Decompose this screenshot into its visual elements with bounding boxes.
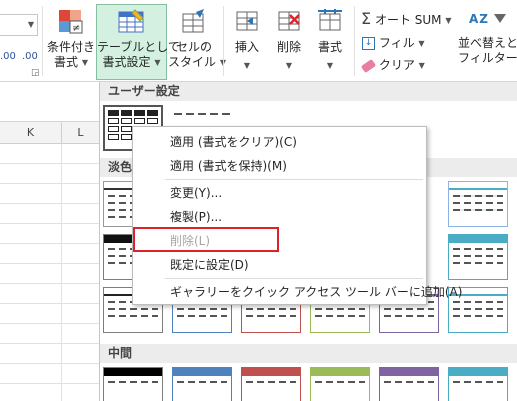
medium-style-thumb[interactable]	[310, 367, 370, 401]
chevron-down-icon: ▼	[326, 61, 334, 70]
increase-decimal-text[interactable]: .00	[22, 49, 38, 64]
format-table-label-2: 書式設定	[102, 55, 151, 69]
custom-table-style-thumb-2[interactable]	[174, 108, 234, 120]
conditional-formatting-icon: ≠	[59, 10, 83, 34]
menu-item-add-to-qat[interactable]: ギャラリーをクイック アクセス ツール バーに追加(A)	[133, 280, 462, 304]
conditional-formatting-button[interactable]: ≠ 条件付き 書式 ▼	[46, 4, 96, 78]
delete-cells-icon	[278, 11, 300, 31]
delete-button[interactable]: 削除 ▼	[270, 4, 308, 70]
format-cells-icon	[318, 9, 342, 31]
autosum-label: オート SUM	[374, 13, 442, 27]
chevron-down-icon: ▼	[285, 61, 293, 70]
medium-style-thumb[interactable]	[241, 367, 301, 401]
insert-button[interactable]: 挿入 ▼	[228, 4, 266, 70]
filter-icon	[494, 14, 507, 23]
light-style-thumb[interactable]	[448, 181, 508, 227]
formula-bar-strip	[0, 82, 100, 122]
column-header-k[interactable]: K	[0, 122, 62, 144]
custom-section-header: ユーザー設定	[100, 82, 517, 101]
chevron-down-icon: ▼	[27, 20, 34, 29]
ribbon: ▼ .00 .00 ≠ 条件付き 書式 ▼ テーブルとして 書式設定 ▼ セルの…	[0, 0, 517, 82]
column-header-l[interactable]: L	[62, 122, 100, 144]
chevron-down-icon: ▼	[243, 61, 251, 70]
cell-styles-label-2: スタイル	[168, 55, 217, 69]
format-as-table-button[interactable]: テーブルとして 書式設定 ▼	[96, 4, 180, 80]
menu-item-modify[interactable]: 変更(Y)...	[133, 181, 426, 205]
menu-item-set-default[interactable]: 既定に設定(D)	[133, 253, 426, 277]
menu-item-duplicate[interactable]: 複製(P)...	[133, 205, 426, 229]
chevron-down-icon: ▼	[445, 16, 452, 25]
cell-styles-label-1: セルの	[175, 40, 212, 54]
context-menu: 適用 (書式をクリア)(C) 適用 (書式を保持)(M) 変更(Y)... 複製…	[132, 126, 462, 305]
format-button[interactable]: 書式 ▼	[311, 4, 349, 70]
delete-highlight-box	[133, 227, 279, 252]
cell-styles-icon	[182, 9, 204, 33]
menu-item-apply-keep[interactable]: 適用 (書式を保持)(M)	[133, 154, 426, 178]
format-label: 書式	[317, 40, 342, 54]
insert-label: 挿入	[234, 40, 259, 54]
eraser-icon	[360, 58, 377, 73]
decrease-decimal-text[interactable]: .00	[0, 49, 16, 64]
conditional-label-1: 条件付き	[46, 40, 95, 54]
chevron-down-icon: ▼	[418, 39, 425, 48]
clear-label: クリア	[378, 58, 415, 72]
fill-down-icon: ↓	[362, 37, 375, 50]
medium-style-thumb[interactable]	[448, 367, 508, 401]
sort-label-1: 並べ替えと	[458, 36, 517, 50]
conditional-label-2: 書式	[54, 55, 79, 69]
dialog-launcher-icon[interactable]: ◲	[31, 68, 40, 78]
format-table-label-1: テーブルとして	[97, 40, 180, 54]
chevron-down-icon: ▼	[81, 58, 88, 67]
delete-label: 削除	[276, 40, 301, 54]
sigma-icon: Σ	[361, 9, 372, 28]
menu-item-apply-clear[interactable]: 適用 (書式をクリア)(C)	[133, 130, 426, 154]
medium-section-header: 中間	[100, 344, 517, 363]
light-style-thumb[interactable]	[448, 234, 508, 280]
fill-button[interactable]: ↓ フィル ▼	[362, 36, 425, 51]
format-as-table-icon	[118, 9, 144, 33]
svg-text:≠: ≠	[72, 23, 80, 34]
cell-styles-button[interactable]: セルの スタイル ▼	[168, 4, 226, 78]
clear-button[interactable]: クリア ▼	[360, 58, 425, 73]
medium-style-thumb[interactable]	[172, 367, 232, 401]
fill-label: フィル	[378, 36, 415, 50]
autosum-button[interactable]: Σ オート SUM ▼	[361, 11, 452, 28]
insert-cells-icon	[236, 11, 258, 31]
worksheet-area: K L	[0, 82, 100, 401]
menu-separator	[165, 278, 423, 279]
sort-filter-button[interactable]: AZ 並べ替えと フィルター ▼	[458, 4, 517, 78]
sort-filter-icon: AZ	[458, 4, 517, 36]
cell-grid[interactable]	[0, 144, 100, 401]
chevron-down-icon: ▼	[154, 58, 161, 67]
medium-style-thumb[interactable]	[379, 367, 439, 401]
chevron-down-icon: ▼	[418, 61, 425, 70]
number-format-dropdown[interactable]: ▼	[0, 14, 38, 36]
medium-style-thumb[interactable]	[103, 367, 163, 401]
menu-separator	[165, 179, 423, 180]
sort-az-glyph: AZ	[468, 12, 489, 26]
sort-label-2: フィルター	[458, 51, 517, 65]
